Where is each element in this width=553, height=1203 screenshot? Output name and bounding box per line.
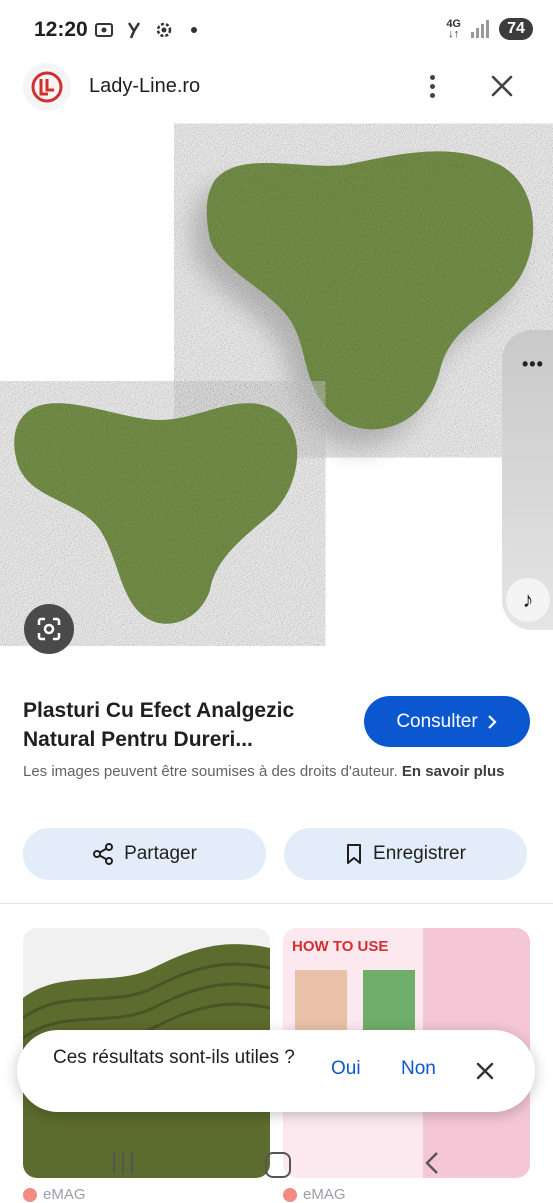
chevron-right-icon (487, 714, 497, 729)
save-label: Enregistrer (373, 843, 466, 864)
feedback-prompt: Ces résultats sont-ils utiles ? Oui Non (17, 1030, 535, 1112)
back-icon[interactable] (420, 1150, 446, 1176)
music-note-icon[interactable]: ♪ (506, 578, 550, 622)
product-image[interactable] (0, 120, 553, 680)
recent-apps-icon[interactable] (110, 1152, 136, 1174)
network-indicator: 4G ↓↑ (446, 18, 461, 40)
source-header: Lady-Line.ro (0, 60, 553, 116)
how-to-use-banner: HOW TO USE (292, 938, 389, 955)
close-icon[interactable] (486, 70, 518, 102)
more-horiz-icon[interactable]: ••• (522, 354, 544, 375)
site-name[interactable]: Lady-Line.ro (89, 75, 200, 98)
feedback-no-button[interactable]: Non (401, 1058, 436, 1080)
screenshot-icon (95, 23, 113, 37)
y-app-icon (127, 22, 141, 39)
home-icon[interactable] (265, 1152, 291, 1178)
share-button[interactable]: Partager (23, 828, 266, 880)
feedback-yes-button[interactable]: Oui (331, 1058, 361, 1080)
signal-icon (471, 20, 489, 38)
more-vert-icon[interactable] (416, 70, 448, 102)
lady-line-logo-icon[interactable] (23, 63, 71, 111)
status-icons (94, 20, 204, 40)
system-nav-bar (0, 1130, 553, 1200)
result-title[interactable]: Plasturi Cu Efect Analgezic Natural Pent… (23, 696, 353, 754)
status-time: 12:20 (34, 18, 88, 41)
learn-more-link[interactable]: En savoir plus (402, 763, 505, 780)
notification-dot-icon (191, 27, 197, 33)
status-bar: 12:20 4G ↓↑ 74 (0, 0, 553, 62)
share-label: Partager (124, 843, 197, 864)
feedback-question: Ces résultats sont-ils utiles ? (53, 1047, 295, 1068)
battery-indicator: 74 (499, 18, 533, 40)
divider (0, 903, 553, 904)
copyright-notice: Les images peuvent être soumises à des d… (23, 763, 505, 780)
settings-icon (156, 22, 172, 38)
status-right: 4G ↓↑ 74 (446, 18, 533, 40)
edge-panel-handle[interactable]: ••• ♪ (502, 330, 553, 630)
consult-label: Consulter (396, 710, 478, 732)
close-icon[interactable] (472, 1058, 498, 1084)
share-icon (93, 843, 114, 865)
google-lens-icon[interactable] (24, 604, 74, 654)
save-button[interactable]: Enregistrer (284, 828, 527, 880)
consult-button[interactable]: Consulter (364, 696, 530, 747)
bookmark-icon (347, 844, 362, 864)
